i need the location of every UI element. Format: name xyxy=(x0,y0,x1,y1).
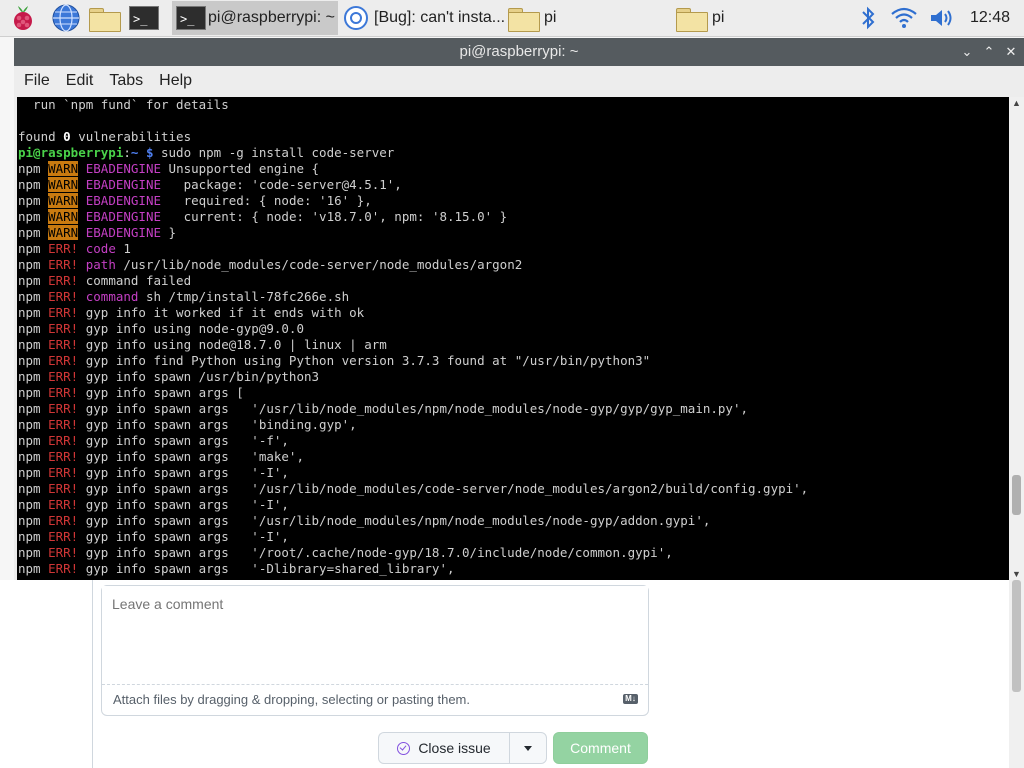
terminal-line: npm ERR! gyp info spawn args 'binding.gy… xyxy=(18,417,357,432)
task-label: pi xyxy=(544,9,557,26)
close-options-dropdown[interactable] xyxy=(509,732,547,764)
terminal-window: pi@raspberrypi: ~ ⌄ ⌃ ✕ File Edit Tabs H… xyxy=(14,38,1024,580)
task-folder-1[interactable]: pi xyxy=(508,1,674,35)
comment-box: Attach files by dragging & dropping, sel… xyxy=(101,585,649,716)
web-browser-icon[interactable] xyxy=(51,3,81,33)
terminal-line: npm ERR! gyp info spawn args '/root/.cac… xyxy=(18,545,673,560)
menubar: File Edit Tabs Help xyxy=(14,66,1024,96)
terminal-line: npm WARN EBADENGINE current: { node: 'v1… xyxy=(18,209,508,224)
page-scrollbar-thumb[interactable] xyxy=(1012,580,1021,692)
maximize-icon[interactable]: ⌃ xyxy=(978,38,1000,66)
folder-icon xyxy=(676,3,708,33)
close-issue-label: Close issue xyxy=(418,740,491,756)
comment-textarea[interactable] xyxy=(102,586,648,685)
task-label: pi xyxy=(712,9,725,26)
taskbar: >_ >_ pi@raspberrypi: ~ [Bug]: can't ins… xyxy=(0,0,1024,37)
terminal-line: pi@raspberrypi:~ $ sudo npm -g install c… xyxy=(18,145,395,160)
terminal-line: npm ERR! command failed xyxy=(18,273,192,288)
terminal-line: npm ERR! gyp info find Python using Pyth… xyxy=(18,353,651,368)
close-issue-button[interactable]: Close issue xyxy=(378,732,509,764)
timeline-divider xyxy=(92,580,93,768)
terminal-line: npm ERR! gyp info spawn args '-I', xyxy=(18,497,289,512)
menu-help[interactable]: Help xyxy=(159,72,192,90)
task-label: pi@raspberrypi: ~ xyxy=(208,9,335,26)
terminal-line: npm ERR! gyp info spawn args '/usr/lib/n… xyxy=(18,481,809,496)
attach-files-hint[interactable]: Attach files by dragging & dropping, sel… xyxy=(113,692,470,707)
bluetooth-icon[interactable] xyxy=(853,3,883,33)
terminal-line: npm WARN EBADENGINE required: { node: '1… xyxy=(18,193,372,208)
chromium-icon xyxy=(342,3,370,33)
file-manager-icon[interactable] xyxy=(89,3,121,33)
terminal-line: npm ERR! command sh /tmp/install-78fc266… xyxy=(18,289,350,304)
terminal-line: npm ERR! gyp info using node-gyp@9.0.0 xyxy=(18,321,304,336)
terminal-line: npm ERR! gyp info spawn args [ xyxy=(18,385,244,400)
scroll-up-icon[interactable]: ▲ xyxy=(1009,97,1024,109)
terminal-line: npm WARN EBADENGINE Unsupported engine { xyxy=(18,161,320,176)
terminal-line: npm ERR! gyp info spawn args 'make', xyxy=(18,449,304,464)
menu-file[interactable]: File xyxy=(24,72,50,90)
terminal-line: npm ERR! gyp info spawn args '-I', xyxy=(18,465,289,480)
terminal-line: npm ERR! gyp info spawn args '/usr/lib/n… xyxy=(18,513,711,528)
comment-button[interactable]: Comment xyxy=(553,732,648,764)
menu-tabs[interactable]: Tabs xyxy=(109,72,143,90)
terminal-line: npm ERR! gyp info spawn args '-Dlibrary=… xyxy=(18,561,455,576)
task-terminal[interactable]: >_ pi@raspberrypi: ~ xyxy=(172,1,338,35)
terminal-line: npm ERR! gyp info using node@18.7.0 | li… xyxy=(18,337,387,352)
folder-icon xyxy=(508,3,540,33)
terminal-line: npm ERR! gyp info spawn args '-I', xyxy=(18,529,289,544)
terminal-line: npm ERR! gyp info spawn args '/usr/lib/n… xyxy=(18,401,749,416)
task-label: [Bug]: can't insta... xyxy=(374,9,506,26)
menu-edit[interactable]: Edit xyxy=(66,72,94,90)
terminal-scrollbar[interactable]: ▲ ▼ xyxy=(1009,97,1024,580)
window-title: pi@raspberrypi: ~ xyxy=(459,43,579,60)
close-icon[interactable]: ✕ xyxy=(1000,38,1022,66)
volume-icon[interactable] xyxy=(927,3,957,33)
task-folder-2[interactable]: pi xyxy=(676,1,842,35)
terminal-line: npm ERR! gyp info spawn /usr/bin/python3 xyxy=(18,369,320,384)
wifi-icon[interactable] xyxy=(889,3,919,33)
chevron-down-icon xyxy=(524,745,532,751)
check-circle-icon xyxy=(397,741,411,755)
terminal-line: run `npm fund` for details xyxy=(18,97,229,112)
terminal-scrollbar-thumb[interactable] xyxy=(1012,475,1021,515)
terminal-line: npm WARN EBADENGINE package: 'code-serve… xyxy=(18,177,402,192)
terminal-line: npm WARN EBADENGINE } xyxy=(18,225,177,240)
clock[interactable]: 12:48 xyxy=(970,0,1010,36)
task-browser[interactable]: [Bug]: can't insta... xyxy=(340,1,506,35)
terminal-line: npm ERR! gyp info it worked if it ends w… xyxy=(18,305,365,320)
scroll-down-icon[interactable]: ▼ xyxy=(1009,568,1024,580)
terminal-launcher-icon[interactable]: >_ xyxy=(129,3,159,33)
terminal-output[interactable]: run `npm fund` for details found 0 vulner… xyxy=(17,97,1009,580)
terminal-line: found 0 vulnerabilities xyxy=(18,129,192,144)
terminal-line: npm ERR! path /usr/lib/node_modules/code… xyxy=(18,257,523,272)
window-titlebar[interactable]: pi@raspberrypi: ~ ⌄ ⌃ ✕ xyxy=(14,38,1024,66)
terminal-icon: >_ xyxy=(176,3,206,33)
raspberry-menu-icon[interactable] xyxy=(8,3,38,33)
terminal-line: npm ERR! gyp info spawn args '-f', xyxy=(18,433,289,448)
terminal-line: npm ERR! code 1 xyxy=(18,241,131,256)
minimize-icon[interactable]: ⌄ xyxy=(956,38,978,66)
markdown-icon[interactable]: M↓ xyxy=(623,694,638,704)
